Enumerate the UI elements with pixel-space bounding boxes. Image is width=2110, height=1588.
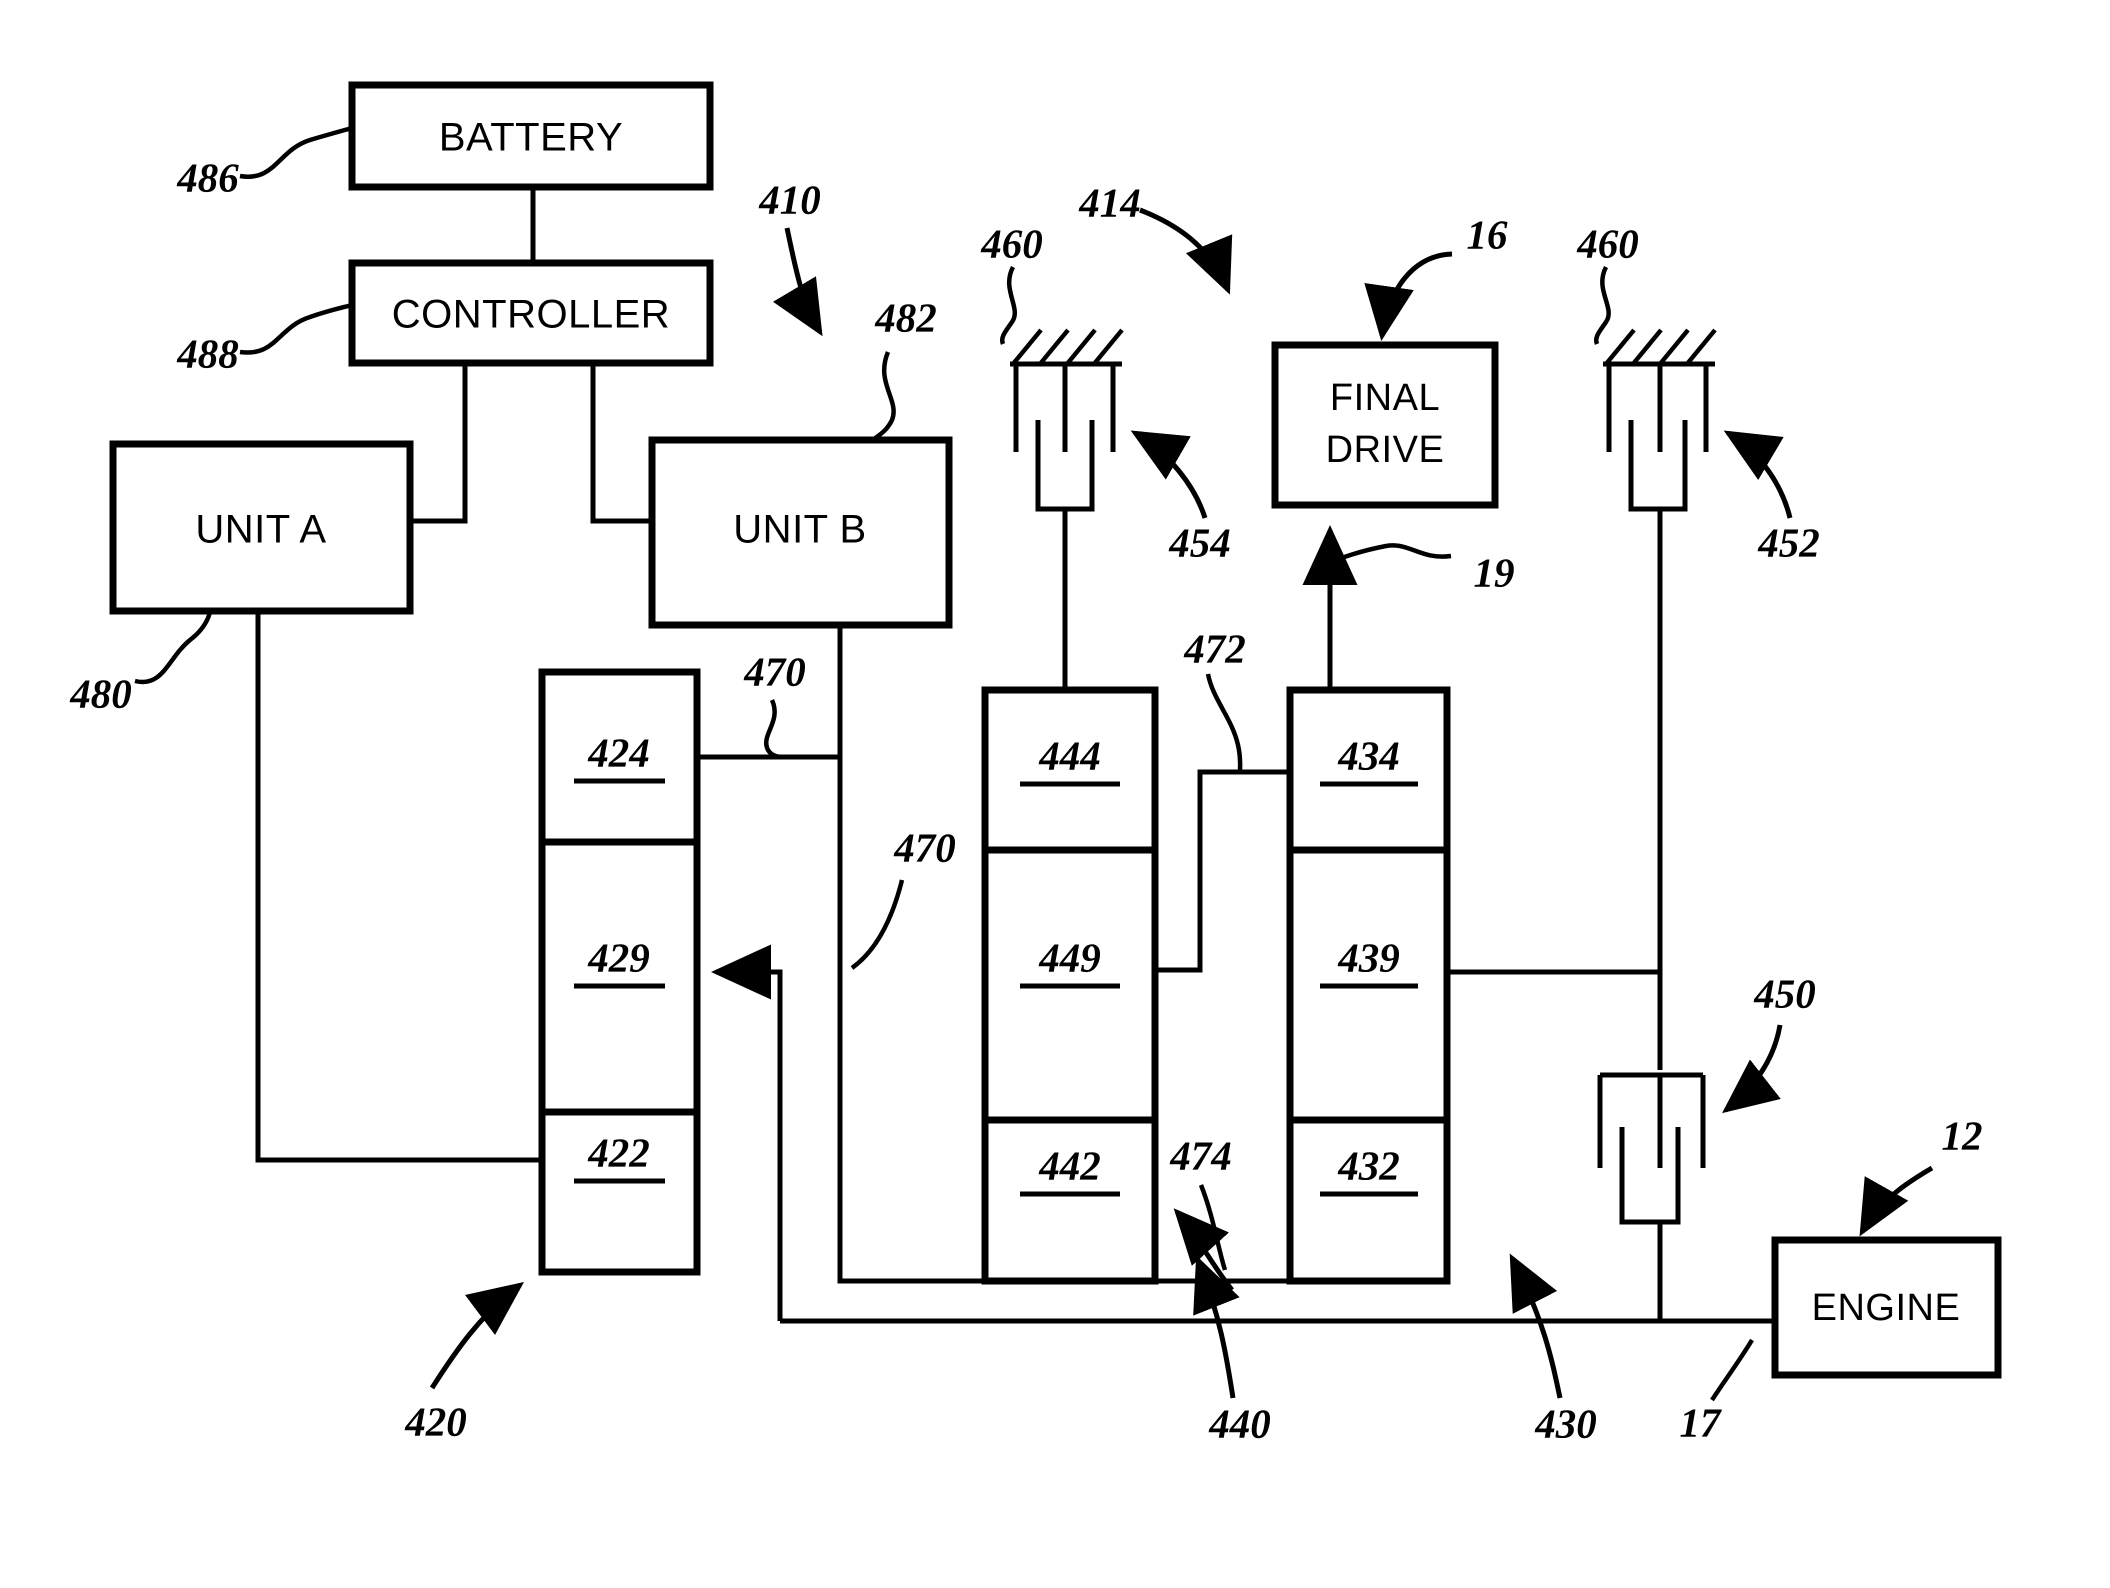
ref-numeral-470-upper: 470 <box>743 648 806 694</box>
final-drive-box-outline <box>1271 341 1499 509</box>
ref-numeral-410: 410 <box>758 176 821 222</box>
leader-472 <box>1205 673 1243 773</box>
ref-numeral-430: 430 <box>1534 1400 1597 1446</box>
leader-480 <box>134 611 213 685</box>
leader-454 <box>1130 430 1208 519</box>
ground-hatch-3-right <box>1658 328 1690 366</box>
ref-numeral-486: 486 <box>176 154 239 200</box>
ground-hatch-4-right <box>1685 328 1717 366</box>
ref-numeral-452: 452 <box>1757 519 1820 565</box>
node-number-444: 444 <box>1038 732 1101 778</box>
leader-12 <box>1859 1165 1934 1237</box>
ref-numeral-420: 420 <box>404 1398 467 1444</box>
box-engine[interactable]: ENGINE <box>1771 1236 2002 1379</box>
leader-414 <box>1139 207 1233 295</box>
ref-numeral-480: 480 <box>69 670 132 716</box>
leader-460-right <box>1594 265 1611 345</box>
node-number-449: 449 <box>1038 934 1101 980</box>
ground-hatch-2-right <box>1631 328 1663 366</box>
node-number-439: 439 <box>1337 934 1400 980</box>
wire-arrow-into-node-429 <box>711 944 783 1321</box>
wire-unit-a-to-node-422 <box>255 611 542 1163</box>
box-final-drive[interactable]: FINAL DRIVE <box>1271 341 1499 509</box>
clutch-inner-450 <box>1619 1127 1681 1225</box>
ground-hatch-1-right <box>1604 328 1636 366</box>
box-battery[interactable]: BATTERY <box>348 81 714 191</box>
ref-numeral-470-lower: 470 <box>893 824 956 870</box>
battery-label: BATTERY <box>439 116 623 160</box>
node-number-424: 424 <box>587 729 650 775</box>
ref-numeral-414: 414 <box>1078 179 1141 225</box>
leader-19 <box>1331 543 1452 564</box>
schematic-svg: 424 429 422 444 449 442 434 439 432 BATT… <box>69 81 2002 1446</box>
leader-452 <box>1723 430 1793 519</box>
stack-440: 444 449 442 <box>981 686 1159 1285</box>
ref-numeral-440: 440 <box>1208 1400 1271 1446</box>
ground-hatch-4-left <box>1092 328 1124 366</box>
unit-b-label: UNIT B <box>733 508 866 552</box>
leader-482 <box>870 351 896 443</box>
brake-bracket-icon-454 <box>1010 328 1124 512</box>
wire-472-connector <box>1155 769 1290 973</box>
ref-numeral-460-left: 460 <box>980 220 1043 266</box>
ref-numeral-16: 16 <box>1467 211 1509 257</box>
node-number-434: 434 <box>1337 732 1400 778</box>
ground-hatch-1-left <box>1011 328 1043 366</box>
ref-numeral-454: 454 <box>1168 519 1231 565</box>
figure-canvas: 424 429 422 444 449 442 434 439 432 BATT… <box>0 0 2110 1588</box>
ref-numeral-450: 450 <box>1753 970 1816 1016</box>
final-drive-label-line1: FINAL <box>1330 377 1440 419</box>
leader-420 <box>429 1281 524 1390</box>
leader-470-lower <box>850 879 905 970</box>
node-number-429: 429 <box>587 934 650 980</box>
ground-hatch-3-left <box>1065 328 1097 366</box>
final-drive-label-line2: DRIVE <box>1326 429 1445 471</box>
leader-410 <box>772 227 823 337</box>
wire-controller-unit-b <box>590 362 652 524</box>
leader-470-upper <box>764 699 787 760</box>
wire-controller-unit-a <box>410 362 468 524</box>
ref-numeral-488: 488 <box>176 330 239 376</box>
box-unit-a[interactable]: UNIT A <box>109 440 414 615</box>
ref-numeral-460-right: 460 <box>1576 220 1639 266</box>
engine-label: ENGINE <box>1812 1287 1961 1329</box>
box-unit-b[interactable]: UNIT B <box>648 436 953 629</box>
leader-17 <box>1710 1338 1754 1402</box>
ref-numeral-472: 472 <box>1183 625 1246 671</box>
leader-430 <box>1509 1253 1563 1399</box>
box-controller[interactable]: CONTROLLER <box>348 259 714 367</box>
controller-label: CONTROLLER <box>392 293 670 337</box>
leader-16 <box>1364 251 1453 341</box>
leader-486 <box>239 125 353 179</box>
leader-460-left <box>1000 265 1018 345</box>
node-number-432: 432 <box>1337 1142 1400 1188</box>
node-number-422: 422 <box>587 1129 650 1175</box>
leader-488 <box>239 302 353 355</box>
ref-numeral-19: 19 <box>1474 549 1515 595</box>
unit-a-label: UNIT A <box>195 508 326 552</box>
ref-numeral-474: 474 <box>1169 1132 1232 1178</box>
stack-430: 434 439 432 <box>1286 686 1451 1285</box>
stack-420: 424 429 422 <box>538 668 701 1276</box>
ref-numeral-482: 482 <box>874 294 937 340</box>
ref-numeral-17: 17 <box>1680 1399 1723 1445</box>
clutch-outer-450 <box>1597 1075 1706 1168</box>
ref-numeral-12: 12 <box>1942 1112 1983 1158</box>
leader-450 <box>1722 1024 1783 1114</box>
brake-bracket-icon-452 <box>1603 328 1717 512</box>
ground-hatch-2-left <box>1038 328 1070 366</box>
node-number-442: 442 <box>1038 1142 1101 1188</box>
clutch-bracket-icon-450 <box>1597 1072 1706 1225</box>
